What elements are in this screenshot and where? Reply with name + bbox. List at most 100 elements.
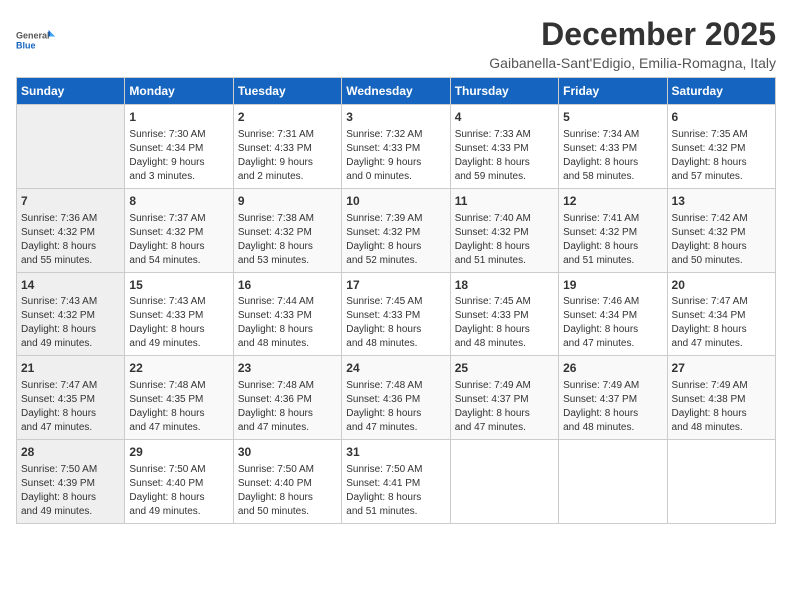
svg-text:Blue: Blue (16, 41, 36, 51)
day-number: 16 (238, 277, 337, 294)
day-number: 21 (21, 360, 120, 377)
calendar-cell: 20Sunrise: 7:47 AM Sunset: 4:34 PM Dayli… (667, 272, 775, 356)
day-number: 18 (455, 277, 554, 294)
day-number: 17 (346, 277, 445, 294)
month-title: December 2025 (489, 16, 776, 53)
calendar-cell: 31 Sunrise: 7:50 AM Sunset: 4:41 PM Dayli… (342, 440, 450, 524)
header-monday: Monday (125, 78, 233, 105)
calendar-cell: 8 Sunrise: 7:37 AM Sunset: 4:32 PM Daylig… (125, 188, 233, 272)
calendar-cell: 16Sunrise: 7:44 AM Sunset: 4:33 PM Dayli… (233, 272, 341, 356)
logo: General Blue (16, 20, 56, 60)
day-number: 13 (672, 193, 771, 210)
calendar-cell: 21Sunrise: 7:47 AM Sunset: 4:35 PM Dayli… (17, 356, 125, 440)
page-header: General Blue December 2025 Gaibanella-Sa… (16, 16, 776, 71)
day-number: 31 (346, 444, 445, 461)
day-info: Sunrise: 7:50 AM Sunset: 4:39 PM Dayligh… (21, 463, 120, 519)
day-info: Sunrise: 7:45 AM Sunset: 4:33 PM Dayligh… (455, 295, 554, 351)
header-tuesday: Tuesday (233, 78, 341, 105)
day-info: Sunrise: 7:35 AM Sunset: 4:32 PM Dayligh… (672, 128, 771, 184)
day-number: 14 (21, 277, 120, 294)
calendar-cell: 19Sunrise: 7:46 AM Sunset: 4:34 PM Dayli… (559, 272, 667, 356)
day-number: 1 (129, 109, 228, 126)
day-number: 15 (129, 277, 228, 294)
day-number: 7 (21, 193, 120, 210)
day-info: Sunrise: 7:36 AM Sunset: 4:32 PM Dayligh… (21, 212, 120, 268)
day-number: 25 (455, 360, 554, 377)
day-info: Sunrise: 7:50 AM Sunset: 4:40 PM Dayligh… (129, 463, 228, 519)
day-number: 30 (238, 444, 337, 461)
day-info: Sunrise: 7:30 AM Sunset: 4:34 PM Dayligh… (129, 128, 228, 184)
calendar-cell: 13 Sunrise: 7:42 AM Sunset: 4:32 PM Dayli… (667, 188, 775, 272)
day-number: 3 (346, 109, 445, 126)
day-number: 22 (129, 360, 228, 377)
calendar-cell: 23 Sunrise: 7:48 AM Sunset: 4:36 PM Dayli… (233, 356, 341, 440)
calendar-cell: 6 Sunrise: 7:35 AM Sunset: 4:32 PM Daylig… (667, 105, 775, 189)
day-number: 6 (672, 109, 771, 126)
calendar-week-row: 14Sunrise: 7:43 AM Sunset: 4:32 PM Dayli… (17, 272, 776, 356)
day-info: Sunrise: 7:46 AM Sunset: 4:34 PM Dayligh… (563, 295, 662, 351)
day-number: 23 (238, 360, 337, 377)
day-info: Sunrise: 7:47 AM Sunset: 4:34 PM Dayligh… (672, 295, 771, 351)
calendar-cell: 25 Sunrise: 7:49 AM Sunset: 4:37 PM Dayli… (450, 356, 558, 440)
day-number: 8 (129, 193, 228, 210)
day-info: Sunrise: 7:50 AM Sunset: 4:40 PM Dayligh… (238, 463, 337, 519)
day-info: Sunrise: 7:50 AM Sunset: 4:41 PM Dayligh… (346, 463, 445, 519)
calendar-cell: 18Sunrise: 7:45 AM Sunset: 4:33 PM Dayli… (450, 272, 558, 356)
calendar-cell: 27Sunrise: 7:49 AM Sunset: 4:38 PM Dayli… (667, 356, 775, 440)
day-info: Sunrise: 7:41 AM Sunset: 4:32 PM Dayligh… (563, 212, 662, 268)
day-info: Sunrise: 7:48 AM Sunset: 4:36 PM Dayligh… (238, 379, 337, 435)
day-number: 2 (238, 109, 337, 126)
calendar-cell (17, 105, 125, 189)
header-sunday: Sunday (17, 78, 125, 105)
calendar-cell: 5 Sunrise: 7:34 AM Sunset: 4:33 PM Daylig… (559, 105, 667, 189)
day-info: Sunrise: 7:34 AM Sunset: 4:33 PM Dayligh… (563, 128, 662, 184)
calendar-cell: 7 Sunrise: 7:36 AM Sunset: 4:32 PM Daylig… (17, 188, 125, 272)
day-info: Sunrise: 7:39 AM Sunset: 4:32 PM Dayligh… (346, 212, 445, 268)
calendar-cell: 24Sunrise: 7:48 AM Sunset: 4:36 PM Dayli… (342, 356, 450, 440)
calendar-cell: 4Sunrise: 7:33 AM Sunset: 4:33 PM Daylig… (450, 105, 558, 189)
day-info: Sunrise: 7:37 AM Sunset: 4:32 PM Dayligh… (129, 212, 228, 268)
header-friday: Friday (559, 78, 667, 105)
calendar-cell (450, 440, 558, 524)
day-info: Sunrise: 7:44 AM Sunset: 4:33 PM Dayligh… (238, 295, 337, 351)
calendar-week-row: 1 Sunrise: 7:30 AM Sunset: 4:34 PM Daylig… (17, 105, 776, 189)
day-number: 27 (672, 360, 771, 377)
day-info: Sunrise: 7:31 AM Sunset: 4:33 PM Dayligh… (238, 128, 337, 184)
calendar-week-row: 7 Sunrise: 7:36 AM Sunset: 4:32 PM Daylig… (17, 188, 776, 272)
day-info: Sunrise: 7:43 AM Sunset: 4:32 PM Dayligh… (21, 295, 120, 351)
day-number: 19 (563, 277, 662, 294)
day-number: 29 (129, 444, 228, 461)
day-info: Sunrise: 7:40 AM Sunset: 4:32 PM Dayligh… (455, 212, 554, 268)
calendar-week-row: 21Sunrise: 7:47 AM Sunset: 4:35 PM Dayli… (17, 356, 776, 440)
day-info: Sunrise: 7:33 AM Sunset: 4:33 PM Dayligh… (455, 128, 554, 184)
calendar-week-row: 28 Sunrise: 7:50 AM Sunset: 4:39 PM Dayli… (17, 440, 776, 524)
day-info: Sunrise: 7:48 AM Sunset: 4:36 PM Dayligh… (346, 379, 445, 435)
day-info: Sunrise: 7:49 AM Sunset: 4:37 PM Dayligh… (563, 379, 662, 435)
day-number: 5 (563, 109, 662, 126)
day-number: 26 (563, 360, 662, 377)
day-info: Sunrise: 7:43 AM Sunset: 4:33 PM Dayligh… (129, 295, 228, 351)
day-number: 28 (21, 444, 120, 461)
calendar-cell: 9Sunrise: 7:38 AM Sunset: 4:32 PM Daylig… (233, 188, 341, 272)
day-number: 12 (563, 193, 662, 210)
calendar-cell (667, 440, 775, 524)
calendar-cell: 14Sunrise: 7:43 AM Sunset: 4:32 PM Dayli… (17, 272, 125, 356)
calendar-cell: 30 Sunrise: 7:50 AM Sunset: 4:40 PM Dayli… (233, 440, 341, 524)
svg-text:General: General (16, 31, 50, 41)
calendar-cell: 15Sunrise: 7:43 AM Sunset: 4:33 PM Dayli… (125, 272, 233, 356)
calendar-cell: 28 Sunrise: 7:50 AM Sunset: 4:39 PM Dayli… (17, 440, 125, 524)
day-info: Sunrise: 7:42 AM Sunset: 4:32 PM Dayligh… (672, 212, 771, 268)
calendar-cell: 10Sunrise: 7:39 AM Sunset: 4:32 PM Dayli… (342, 188, 450, 272)
calendar-cell: 12 Sunrise: 7:41 AM Sunset: 4:32 PM Dayli… (559, 188, 667, 272)
day-info: Sunrise: 7:49 AM Sunset: 4:37 PM Dayligh… (455, 379, 554, 435)
title-area: December 2025 Gaibanella-Sant'Edigio, Em… (489, 16, 776, 71)
day-info: Sunrise: 7:48 AM Sunset: 4:35 PM Dayligh… (129, 379, 228, 435)
day-number: 9 (238, 193, 337, 210)
calendar-table: SundayMondayTuesdayWednesdayThursdayFrid… (16, 77, 776, 524)
calendar-cell: 1 Sunrise: 7:30 AM Sunset: 4:34 PM Daylig… (125, 105, 233, 189)
calendar-cell (559, 440, 667, 524)
calendar-cell: 11Sunrise: 7:40 AM Sunset: 4:32 PM Dayli… (450, 188, 558, 272)
calendar-cell: 2 Sunrise: 7:31 AM Sunset: 4:33 PM Daylig… (233, 105, 341, 189)
day-number: 20 (672, 277, 771, 294)
calendar-cell: 22 Sunrise: 7:48 AM Sunset: 4:35 PM Dayli… (125, 356, 233, 440)
